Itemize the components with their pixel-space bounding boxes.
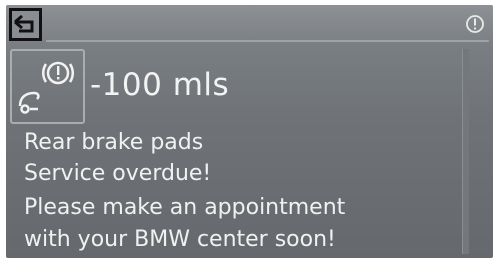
remaining-distance: -100 mls	[90, 67, 230, 103]
message-line-2: Service overdue!	[24, 161, 212, 186]
brake-pad-warning-tile	[10, 49, 85, 124]
idrive-display: -100 mls Rear brake pads Service overdue…	[6, 5, 493, 258]
header-divider	[46, 40, 489, 42]
scrollbar-track[interactable]	[462, 49, 469, 254]
message-line-1: Rear brake pads	[24, 130, 204, 155]
message-line-3: Please make an appointment	[24, 195, 346, 220]
header-bar	[6, 5, 493, 43]
exclamation-circle-icon	[466, 15, 484, 33]
message-line-4: with your BMW center soon!	[24, 227, 336, 252]
back-button[interactable]	[9, 8, 42, 41]
back-arrow-icon	[14, 14, 34, 33]
brake-pad-warning-icon	[18, 61, 75, 114]
